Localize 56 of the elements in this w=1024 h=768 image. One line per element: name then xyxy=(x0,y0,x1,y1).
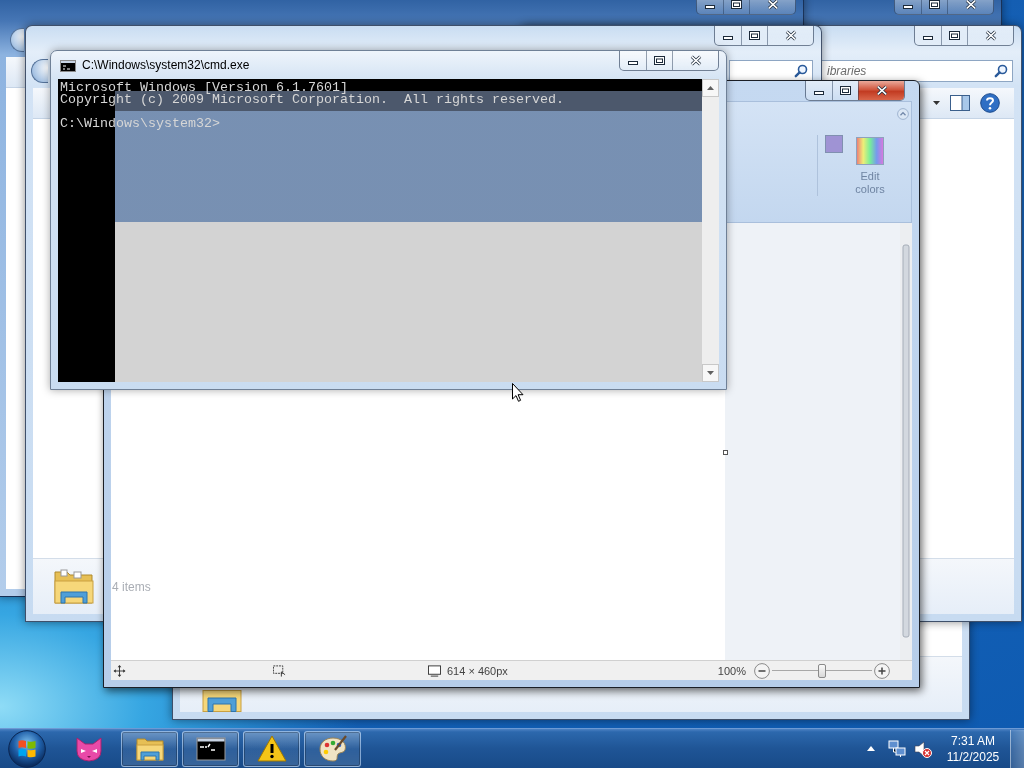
speaker-muted-icon[interactable] xyxy=(914,739,932,758)
close-icon xyxy=(689,55,702,66)
close-icon xyxy=(875,85,888,96)
close-icon xyxy=(984,30,997,41)
maximize-icon xyxy=(949,31,960,40)
mouse-cursor-icon xyxy=(512,383,524,402)
taskbar-button[interactable] xyxy=(121,730,178,767)
image-size-icon xyxy=(428,664,441,677)
chevron-up-icon[interactable] xyxy=(897,108,909,120)
item-count-text: 4 items xyxy=(112,579,151,594)
warning-icon xyxy=(256,733,287,764)
zoom-out-icon[interactable] xyxy=(754,662,770,679)
maximize-icon xyxy=(749,31,760,40)
console-line: Copyright (c) 2009 Microsoft Corporation. All rights reserved. xyxy=(60,94,565,106)
color-swatch-icon[interactable] xyxy=(825,135,843,153)
search-field[interactable]: ibraries xyxy=(821,60,1013,82)
color-spectrum-icon xyxy=(856,137,884,165)
back-button[interactable] xyxy=(31,59,48,83)
minimize-icon xyxy=(628,61,638,65)
windows-logo-icon xyxy=(8,729,46,768)
minimize-icon xyxy=(705,5,715,9)
taskbar-button[interactable] xyxy=(182,730,239,767)
maximize-icon xyxy=(840,86,851,95)
close-icon xyxy=(784,30,797,41)
minimize-icon xyxy=(723,36,733,40)
minimize-icon xyxy=(903,5,913,9)
zoom-level-text: 100% xyxy=(717,664,746,677)
network-icon[interactable] xyxy=(888,739,906,758)
image-size-text: 614 × 460px xyxy=(447,664,508,677)
slider-thumb[interactable] xyxy=(818,663,826,678)
preview-pane-icon[interactable] xyxy=(950,95,970,111)
help-icon[interactable] xyxy=(980,93,1000,113)
triangle-up-icon xyxy=(867,746,875,751)
selection-size-icon xyxy=(273,664,286,677)
console-window-icon xyxy=(60,60,76,72)
vertical-scrollbar[interactable] xyxy=(702,79,719,382)
console-line: Microsoft Windows [Version 6.1.7601] xyxy=(60,82,348,94)
vertical-scrollbar[interactable] xyxy=(900,223,912,660)
folder-icon xyxy=(200,690,244,712)
taskbar-button[interactable] xyxy=(243,730,300,767)
resize-handle[interactable] xyxy=(723,450,728,455)
minimize-icon xyxy=(923,36,933,40)
taskbar-button[interactable] xyxy=(304,730,361,767)
zoom-in-icon[interactable] xyxy=(874,662,890,679)
minimize-icon xyxy=(814,91,824,95)
clock-button[interactable]: 7:31 AM 11/2/2025 xyxy=(940,730,1006,767)
search-icon[interactable] xyxy=(994,64,1008,78)
show-desktop-button[interactable] xyxy=(1010,729,1024,768)
search-icon[interactable] xyxy=(794,64,808,78)
move-arrows-icon xyxy=(113,664,126,677)
back-button[interactable] xyxy=(10,28,24,52)
paint-palette-icon xyxy=(317,733,348,764)
caret-icon[interactable] xyxy=(933,101,940,105)
maximize-icon xyxy=(654,56,665,65)
window-title: C:\Windows\system32\cmd.exe xyxy=(82,58,250,73)
close-button[interactable] xyxy=(858,81,904,100)
